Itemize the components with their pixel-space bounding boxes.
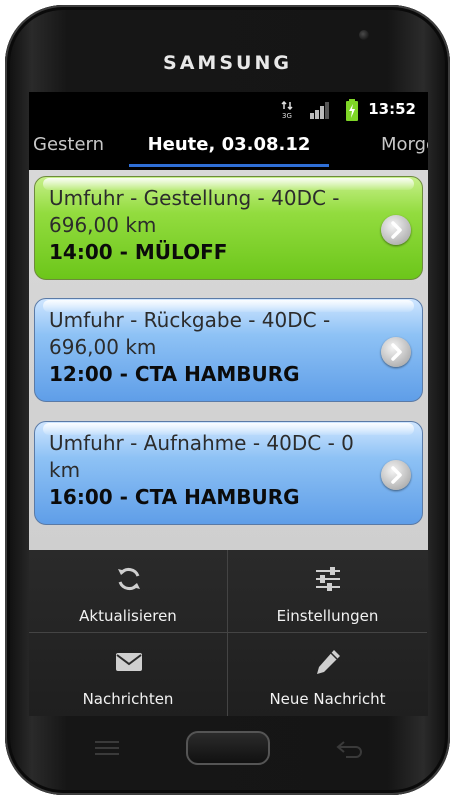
status-time: 13:52	[368, 100, 416, 118]
job-time-location: 12:00 - CTA HAMBURG	[49, 362, 300, 386]
job-card[interactable]: Umfuhr - Rückgabe - 40DC - 696,00 km 12:…	[34, 298, 423, 402]
new-message-button[interactable]: Neue Nachricht	[228, 633, 427, 716]
signal-strength-icon	[310, 102, 329, 119]
pencil-icon	[317, 650, 340, 674]
messages-label: Nachrichten	[82, 690, 174, 708]
hardware-home-button[interactable]	[186, 731, 270, 765]
tab-current-day[interactable]: Heute, 03.08.12	[129, 134, 329, 155]
chevron-right-icon[interactable]	[381, 460, 411, 490]
options-menu: Aktualisieren Einstellungen Nachrichten	[29, 550, 428, 716]
job-title: Umfuhr - Gestellung - 40DC - 696,00 km	[49, 186, 340, 237]
tab-next-day[interactable]: Morgen	[381, 134, 428, 155]
job-title: Umfuhr - Aufnahme - 40DC - 0 km	[49, 431, 354, 482]
date-tab-bar: Gestern Heute, 03.08.12 Morgen	[29, 128, 428, 167]
network-3g-icon: 3G	[281, 101, 293, 119]
battery-charging-icon	[346, 99, 358, 121]
svg-text:3G: 3G	[282, 112, 292, 119]
chevron-right-icon[interactable]	[381, 215, 411, 245]
hardware-menu-icon[interactable]	[92, 738, 122, 758]
new-message-label: Neue Nachricht	[269, 690, 386, 708]
refresh-icon	[118, 568, 140, 590]
envelope-icon	[116, 653, 142, 671]
device-brand: SAMSUNG	[163, 52, 292, 74]
app-screen: 3G 13:52 Gestern Heute, 03.08.12 Morgen …	[29, 92, 428, 716]
refresh-label: Aktualisieren	[79, 607, 177, 625]
messages-button[interactable]: Nachrichten	[29, 633, 228, 716]
job-title: Umfuhr - Rückgabe - 40DC - 696,00 km	[49, 308, 331, 359]
chevron-right-icon[interactable]	[381, 337, 411, 367]
sliders-icon	[316, 567, 340, 591]
status-bar: 3G 13:52	[29, 92, 428, 128]
tab-previous-day[interactable]: Gestern	[33, 134, 104, 155]
active-tab-indicator	[129, 164, 329, 167]
refresh-button[interactable]: Aktualisieren	[29, 550, 228, 633]
hardware-back-icon[interactable]	[334, 738, 364, 758]
job-card[interactable]: Umfuhr - Gestellung - 40DC - 696,00 km 1…	[34, 176, 423, 280]
job-list: Umfuhr - Gestellung - 40DC - 696,00 km 1…	[29, 170, 428, 550]
job-time-location: 14:00 - MÜLOFF	[49, 240, 228, 264]
front-camera	[359, 30, 369, 40]
job-time-location: 16:00 - CTA HAMBURG	[49, 485, 300, 509]
settings-label: Einstellungen	[276, 607, 379, 625]
settings-button[interactable]: Einstellungen	[228, 550, 427, 633]
job-card[interactable]: Umfuhr - Aufnahme - 40DC - 0 km 16:00 - …	[34, 421, 423, 525]
